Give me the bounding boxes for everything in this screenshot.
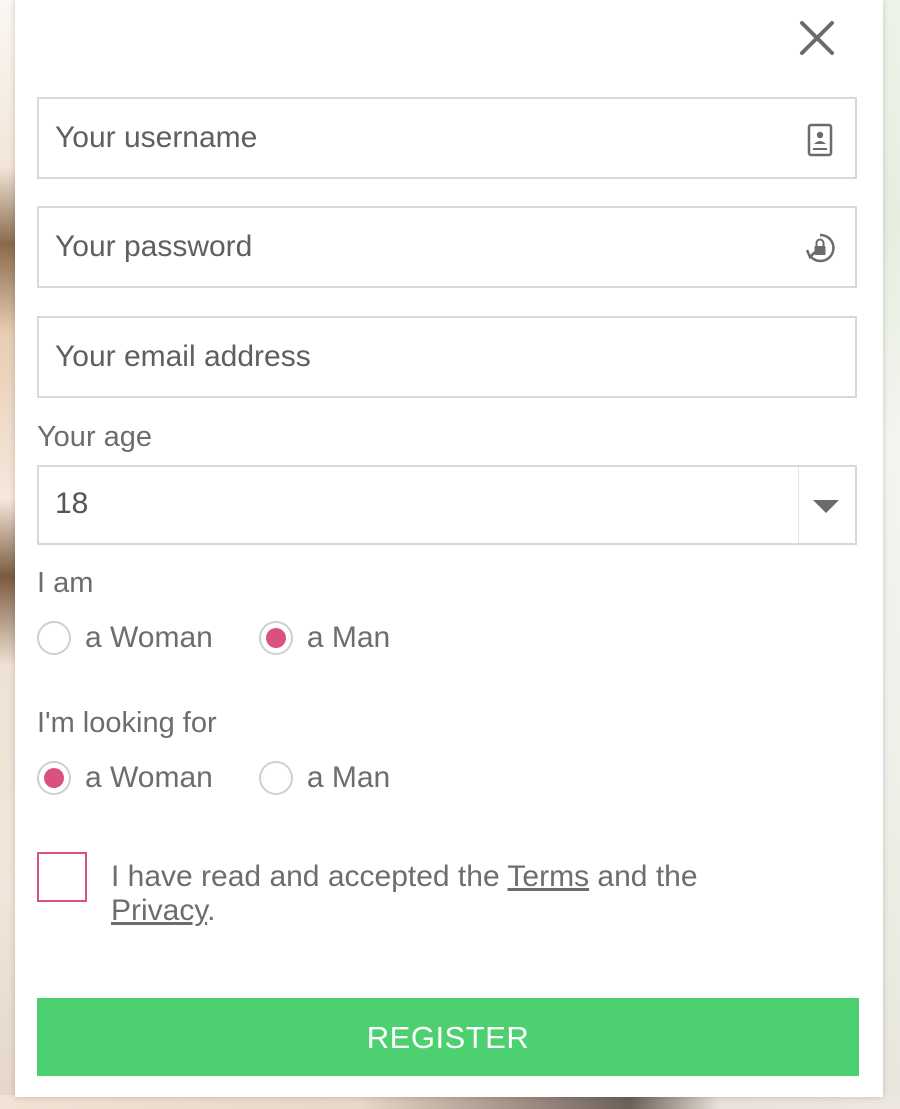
- i-am-option-woman[interactable]: a Woman: [37, 621, 213, 655]
- select-divider: [798, 467, 799, 543]
- terms-text-before: I have read and accepted the: [111, 860, 508, 893]
- caret-down-icon[interactable]: [811, 497, 841, 515]
- radio-label: a Woman: [85, 761, 213, 794]
- terms-text-middle: and the: [589, 860, 698, 893]
- looking-for-radio-group: a Woman a Man: [37, 758, 390, 798]
- background-photo-bottom: [0, 1095, 900, 1109]
- radio-label: a Man: [306, 621, 391, 654]
- terms-checkbox[interactable]: [37, 852, 87, 902]
- i-am-option-man[interactable]: a Man: [258, 621, 391, 655]
- password-field-wrapper: [37, 206, 857, 288]
- looking-for-label: I'm looking for: [37, 707, 217, 739]
- email-field-wrapper: [37, 316, 857, 398]
- terms-link[interactable]: Terms: [507, 860, 589, 893]
- username-input[interactable]: [39, 99, 855, 177]
- close-icon[interactable]: [797, 18, 837, 58]
- radio-button[interactable]: [37, 621, 71, 655]
- looking-for-option-man[interactable]: a Man: [258, 761, 391, 795]
- i-am-radio-group: a Woman a Man: [37, 618, 390, 658]
- password-input[interactable]: [39, 208, 855, 286]
- i-am-label: I am: [37, 567, 94, 599]
- id-card-icon: [805, 123, 835, 157]
- email-input[interactable]: [39, 318, 855, 396]
- privacy-link[interactable]: Privacy: [111, 894, 207, 927]
- radio-button[interactable]: [258, 621, 293, 655]
- radio-button[interactable]: [37, 761, 71, 795]
- terms-text: I have read and accepted the Terms and t…: [111, 860, 831, 928]
- radio-label: a Woman: [85, 621, 213, 654]
- username-field-wrapper: [37, 97, 857, 179]
- age-select[interactable]: 18: [37, 465, 857, 545]
- looking-for-option-woman[interactable]: a Woman: [37, 761, 213, 795]
- lock-refresh-icon: [805, 232, 835, 266]
- age-select-value: 18: [55, 487, 89, 520]
- terms-text-after: .: [207, 894, 216, 927]
- register-modal: Your age 18 I am a Woman a Man I'm looki…: [15, 0, 883, 1097]
- background-photo-left: [0, 0, 16, 1109]
- age-label: Your age: [37, 421, 153, 453]
- background-photo-right: [882, 0, 900, 1109]
- register-button[interactable]: REGISTER: [37, 998, 859, 1076]
- radio-label: a Man: [306, 761, 391, 794]
- radio-button[interactable]: [258, 761, 293, 795]
